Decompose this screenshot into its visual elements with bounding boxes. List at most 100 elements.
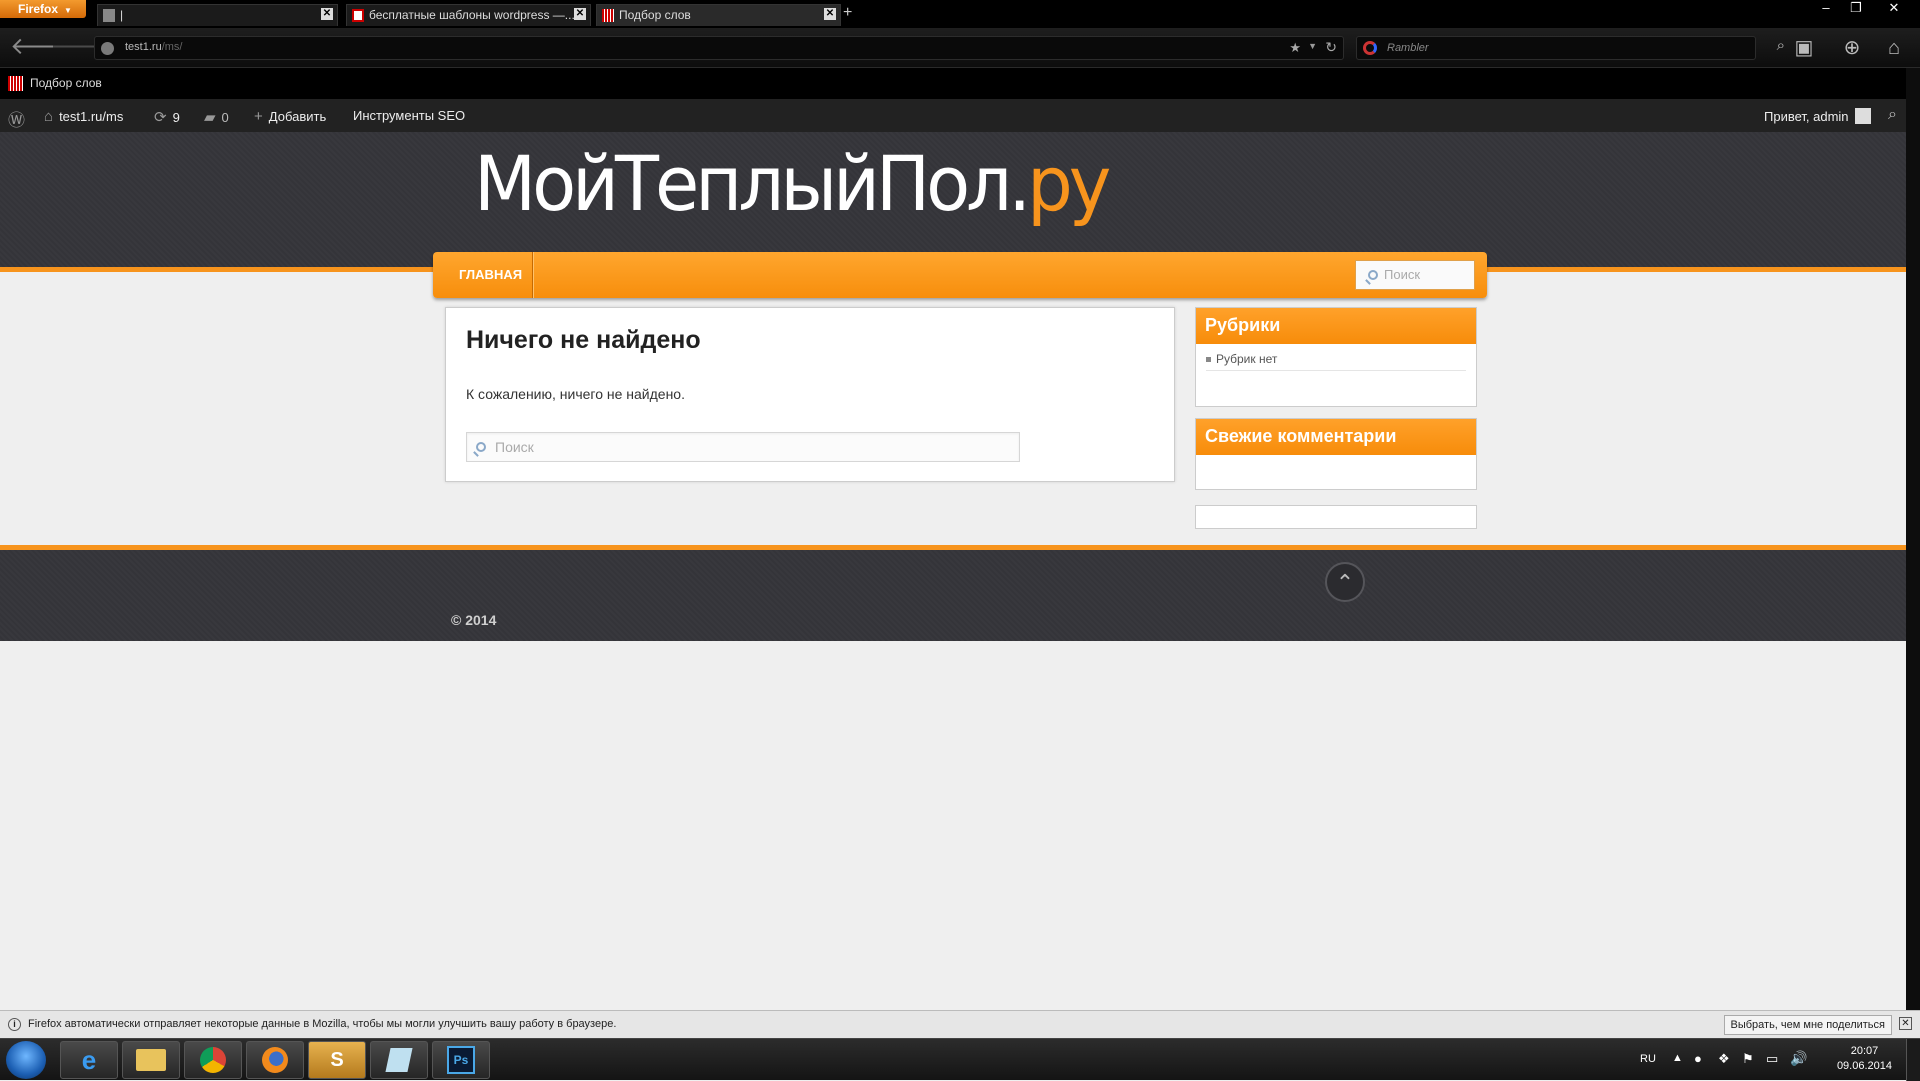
- search-icon[interactable]: ⌕: [1777, 37, 1785, 54]
- firefox-icon[interactable]: [246, 1041, 304, 1079]
- refresh-icon: ⟳: [154, 109, 167, 126]
- seo-tools-link[interactable]: Инструменты SEO: [353, 108, 465, 123]
- bookmark-star-icon[interactable]: ★: [1289, 40, 1301, 56]
- tab-strip: Firefox ▼ | ✕ бесплатные шаблоны wordpres…: [0, 0, 1920, 28]
- site-name: test1.ru/ms: [59, 109, 124, 124]
- comments-count: 0: [221, 110, 229, 125]
- search-icon: [476, 442, 486, 452]
- minimize-button[interactable]: –: [1811, 0, 1841, 15]
- search-bar[interactable]: Rambler ⌕: [1356, 36, 1785, 60]
- list-item: Рубрик нет: [1206, 352, 1466, 371]
- clock-time: 20:07: [1850, 1045, 1879, 1057]
- forward-arrow-icon[interactable]: 🡒: [50, 35, 114, 60]
- site-footer: ⌃ © 2014: [0, 545, 1906, 641]
- clock[interactable]: 20:07 09.06.2014: [1837, 1044, 1892, 1074]
- bookmarks-menu-icon[interactable]: ▣: [1790, 36, 1818, 60]
- back-arrow-icon[interactable]: 🡐: [10, 35, 74, 60]
- url-host: test1.ru: [125, 41, 162, 53]
- categories-list: Рубрик нет: [1196, 344, 1476, 371]
- history-dropdown-icon[interactable]: ▼: [1308, 41, 1317, 51]
- main-content: Ничего не найдено К сожалению, ничего не…: [445, 307, 1175, 482]
- main-menu: ГЛАВНАЯ Поиск: [433, 252, 1487, 298]
- comment-icon: ▰: [204, 109, 216, 126]
- site-logo[interactable]: МойТеплыйПол.ру: [474, 139, 1111, 229]
- tab-wordpress-templates[interactable]: бесплатные шаблоны wordpress —... ✕: [346, 4, 591, 26]
- recent-comments-widget: Свежие комментарии: [1195, 418, 1477, 490]
- bookmarks-toolbar: Подбор слов: [0, 68, 1920, 100]
- downloads-icon[interactable]: ⊕: [1838, 36, 1866, 60]
- firefox-menu-label: Firefox: [18, 2, 59, 16]
- choose-what-to-share-button[interactable]: Выбрать, чем мне поделиться: [1723, 1015, 1892, 1035]
- home-icon[interactable]: ⌂: [1880, 36, 1908, 60]
- add-new-link[interactable]: + Добавить: [254, 108, 326, 125]
- skype-icon[interactable]: S: [308, 1041, 366, 1079]
- tab-word-selection[interactable]: Подбор слов ✕: [596, 4, 841, 26]
- clock-date: 09.06.2014: [1836, 1060, 1892, 1072]
- url-text: test1.ru/ms/: [125, 41, 182, 53]
- search-placeholder: Rambler: [1387, 42, 1429, 54]
- content-search-input[interactable]: Поиск: [466, 432, 1020, 462]
- tab-title: |: [120, 8, 124, 22]
- wp-admin-bar: Ⓦ ⌂ test1.ru/ms ⟳ 9 ▰ 0 + Добавить Инструмен…: [0, 100, 1906, 132]
- updates-count: 9: [172, 110, 180, 125]
- network-icon[interactable]: ▭: [1766, 1051, 1778, 1067]
- not-found-message: К сожалению, ничего не найдено.: [466, 386, 685, 402]
- show-desktop-button[interactable]: [1906, 1039, 1920, 1081]
- search-icon[interactable]: ⌕: [1888, 106, 1897, 124]
- close-window-button[interactable]: ✕: [1879, 0, 1909, 16]
- wordpress-logo-icon[interactable]: Ⓦ: [8, 106, 25, 131]
- home-icon: ⌂: [44, 108, 54, 125]
- bookmark-word-selection[interactable]: Подбор слов: [8, 76, 102, 91]
- tab-blank[interactable]: | ✕: [97, 4, 338, 26]
- address-bar[interactable]: test1.ru/ms/ ★ ▼ ↻: [94, 36, 1344, 60]
- close-icon[interactable]: ✕: [1899, 1017, 1912, 1030]
- logo-accent: ру: [1027, 139, 1111, 229]
- tab-title: бесплатные шаблоны wordpress —...: [369, 8, 575, 22]
- wordstat-icon: [8, 76, 23, 91]
- my-account-link[interactable]: Привет, admin: [1764, 108, 1871, 124]
- file-explorer-icon[interactable]: [122, 1041, 180, 1079]
- dropbox-icon[interactable]: ❖: [1718, 1051, 1730, 1067]
- skype-tray-icon[interactable]: ●: [1694, 1051, 1702, 1066]
- internet-explorer-icon[interactable]: e: [60, 1041, 118, 1079]
- reload-icon[interactable]: ↻: [1325, 39, 1337, 56]
- notepad-icon[interactable]: [370, 1041, 428, 1079]
- rambler-engine-icon[interactable]: [1363, 41, 1377, 55]
- photoshop-icon[interactable]: Ps: [432, 1041, 490, 1079]
- url-path: /ms/: [161, 41, 183, 53]
- comments-link[interactable]: ▰ 0: [204, 108, 229, 126]
- start-orb-icon[interactable]: [6, 1041, 46, 1079]
- plus-icon: +: [254, 108, 263, 125]
- page-title: Ничего не найдено: [466, 326, 701, 354]
- scroll-to-top-button[interactable]: ⌃: [1325, 562, 1365, 602]
- widget-title: Свежие комментарии: [1196, 419, 1476, 455]
- menu-item-home[interactable]: ГЛАВНАЯ: [433, 252, 534, 298]
- header-search-input[interactable]: Поиск: [1355, 260, 1475, 290]
- admin-site-link[interactable]: ⌂ test1.ru/ms: [44, 108, 123, 125]
- info-icon: i: [8, 1018, 21, 1031]
- close-tab-icon[interactable]: ✕: [824, 8, 836, 20]
- restore-button[interactable]: ❐: [1841, 0, 1871, 16]
- empty-widget: [1195, 505, 1477, 529]
- chrome-icon[interactable]: [184, 1041, 242, 1079]
- tab-title: Подбор слов: [619, 8, 691, 22]
- widget-title: Рубрики: [1196, 308, 1476, 344]
- search-placeholder: Поиск: [495, 439, 534, 455]
- volume-icon[interactable]: 🔊: [1790, 1050, 1807, 1067]
- notification-message: Firefox автоматически отправляет некотор…: [28, 1018, 617, 1030]
- action-center-flag-icon[interactable]: ⚑: [1742, 1051, 1754, 1067]
- close-tab-icon[interactable]: ✕: [321, 8, 333, 20]
- globe-icon: [101, 42, 114, 55]
- page-scrollbar[interactable]: [1906, 68, 1920, 1010]
- bookmark-label: Подбор слов: [30, 76, 102, 90]
- firefox-menu-button[interactable]: Firefox ▼: [0, 0, 86, 18]
- logo-main: МойТеплыйПол.: [474, 139, 1031, 229]
- show-hidden-icons[interactable]: ▲: [1672, 1052, 1683, 1064]
- categories-widget: Рубрики Рубрик нет: [1195, 307, 1477, 407]
- search-placeholder: Поиск: [1384, 267, 1421, 282]
- data-reporting-notification: i Firefox автоматически отправляет некот…: [0, 1010, 1920, 1038]
- close-tab-icon[interactable]: ✕: [574, 8, 586, 20]
- language-indicator[interactable]: RU: [1640, 1053, 1656, 1065]
- updates-link[interactable]: ⟳ 9: [154, 108, 180, 126]
- new-tab-button[interactable]: +: [843, 4, 852, 22]
